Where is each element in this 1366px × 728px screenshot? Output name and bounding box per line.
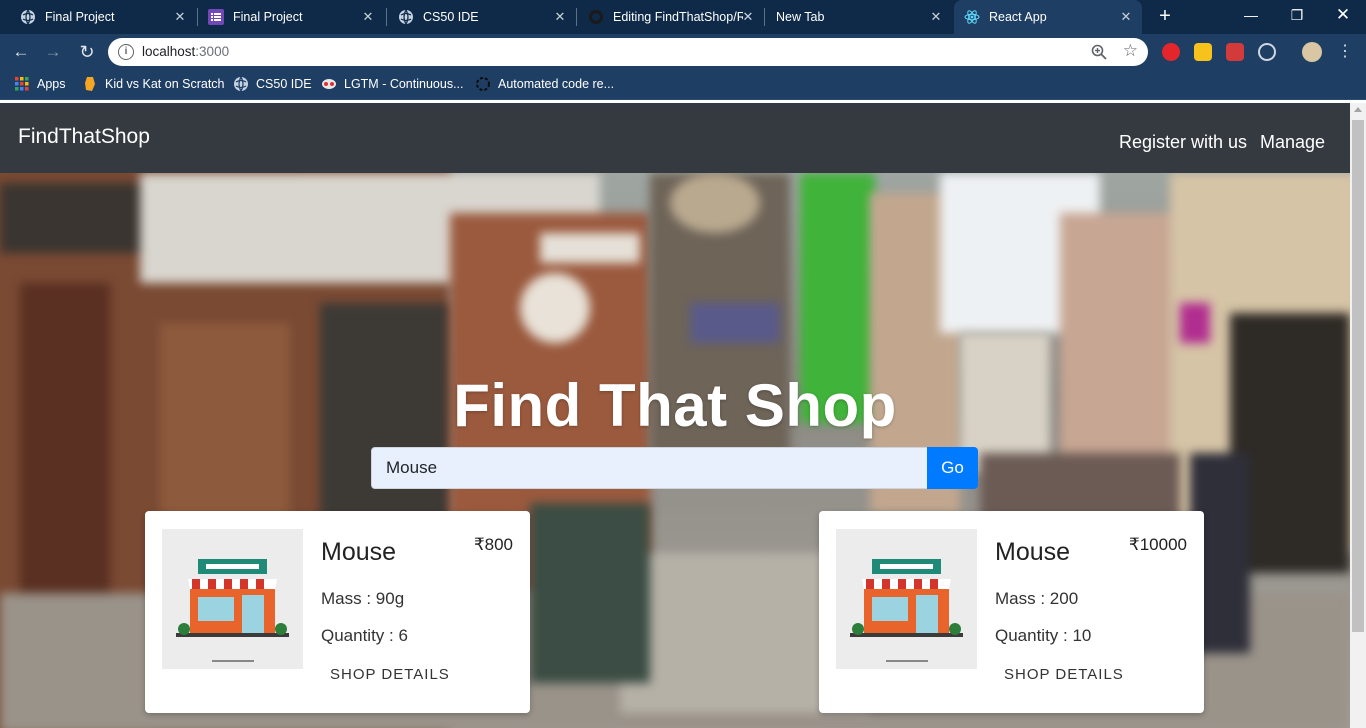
globe-icon bbox=[20, 9, 36, 25]
window-close-icon[interactable]: ✕ bbox=[1320, 0, 1366, 30]
new-tab-button[interactable]: + bbox=[1154, 5, 1176, 27]
result-card: Mouse ₹10000 Mass : 200 Quantity : 10 SH… bbox=[819, 511, 1204, 713]
back-icon[interactable]: ← bbox=[10, 41, 32, 63]
lgtm-icon bbox=[321, 76, 337, 92]
product-mass: Mass : 200 bbox=[995, 589, 1079, 608]
codacy-icon bbox=[475, 76, 491, 92]
store-image bbox=[162, 529, 303, 669]
bookmarks-bar: Apps Kid vs Kat on Scratch CS50 IDE LGTM… bbox=[0, 70, 1366, 100]
tab-title: New Tab bbox=[776, 10, 825, 24]
extension-icon[interactable] bbox=[1258, 43, 1276, 61]
browser-tab[interactable]: Final Project ✕ bbox=[10, 0, 196, 34]
product-mass: Mass : 90g bbox=[321, 589, 405, 608]
forward-icon[interactable]: → bbox=[42, 41, 64, 63]
extension-icon[interactable] bbox=[1226, 43, 1244, 61]
close-icon[interactable]: ✕ bbox=[360, 9, 376, 25]
browser-tab[interactable]: Editing FindThatShop/R ✕ bbox=[578, 0, 764, 34]
bookmark-label: Kid vs Kat on Scratch bbox=[105, 77, 225, 91]
close-icon[interactable]: ✕ bbox=[172, 9, 188, 25]
product-quantity: Quantity : 10 bbox=[995, 626, 1092, 645]
site-brand[interactable]: FindThatShop bbox=[18, 125, 150, 149]
nav-link-manage[interactable]: Manage bbox=[1260, 132, 1325, 153]
product-price: ₹800 bbox=[473, 535, 513, 554]
url-text: localhost:3000 bbox=[142, 44, 230, 59]
store-image bbox=[836, 529, 977, 669]
bookmark-label: CS50 IDE bbox=[256, 77, 312, 91]
apps-grid-icon bbox=[14, 76, 30, 92]
scrollbar-thumb[interactable] bbox=[1352, 120, 1364, 632]
result-card: Mouse ₹800 Mass : 90g Quantity : 6 SHOP … bbox=[145, 511, 530, 713]
nav-link-register[interactable]: Register with us bbox=[1119, 132, 1247, 153]
bookmark-label: LGTM - Continuous... bbox=[344, 77, 464, 91]
product-quantity: Quantity : 6 bbox=[321, 626, 408, 645]
product-name: Mouse bbox=[995, 538, 1071, 566]
product-price: ₹10000 bbox=[1128, 535, 1187, 554]
tab-title: Final Project bbox=[233, 10, 303, 24]
avatar[interactable] bbox=[1302, 42, 1322, 62]
page-scrollbar[interactable] bbox=[1350, 103, 1366, 728]
reload-icon[interactable]: ↻ bbox=[76, 41, 98, 63]
search-input[interactable] bbox=[371, 447, 928, 489]
bookmark-item[interactable]: Automated code re... bbox=[475, 76, 614, 92]
browser-tab[interactable]: CS50 IDE ✕ bbox=[388, 0, 576, 34]
tab-title: React App bbox=[989, 10, 1047, 24]
address-bar[interactable]: i localhost:3000 ☆ bbox=[108, 38, 1148, 66]
close-icon[interactable]: ✕ bbox=[740, 9, 756, 25]
bookmark-item[interactable]: LGTM - Continuous... bbox=[321, 76, 464, 92]
close-icon[interactable]: ✕ bbox=[1118, 9, 1134, 25]
browser-tab-strip: Final Project ✕ Final Project ✕ CS50 IDE… bbox=[0, 0, 1366, 34]
hero-section: Find That Shop Go Mou bbox=[0, 173, 1350, 728]
site-navbar: FindThatShop Register with us Manage bbox=[0, 103, 1350, 173]
bookmark-label: Apps bbox=[37, 77, 66, 91]
restore-icon[interactable]: ❐ bbox=[1274, 0, 1320, 30]
browser-toolbar: ← → ↻ i localhost:3000 ☆ ⋮ bbox=[0, 34, 1366, 70]
bookmark-star-icon[interactable]: ☆ bbox=[1123, 41, 1138, 61]
tab-title: Editing FindThatShop/R bbox=[613, 10, 743, 24]
extension-icon[interactable] bbox=[1194, 43, 1212, 61]
close-icon[interactable]: ✕ bbox=[928, 9, 944, 25]
shop-details-button[interactable]: SHOP DETAILS bbox=[321, 666, 459, 683]
bookmark-label: Automated code re... bbox=[498, 77, 615, 91]
globe-icon bbox=[233, 76, 249, 92]
bookmark-item[interactable]: Kid vs Kat on Scratch bbox=[82, 76, 225, 92]
scroll-up-icon[interactable] bbox=[1354, 107, 1362, 112]
browser-tab[interactable]: Final Project ✕ bbox=[198, 0, 384, 34]
bookmark-item[interactable]: CS50 IDE bbox=[233, 76, 312, 92]
minimize-icon[interactable]: — bbox=[1228, 0, 1274, 30]
hero-title: Find That Shop bbox=[453, 372, 897, 439]
site-info-icon[interactable]: i bbox=[118, 44, 134, 60]
menu-dots-icon[interactable]: ⋮ bbox=[1334, 41, 1356, 63]
scratch-icon bbox=[82, 76, 98, 92]
shop-details-button[interactable]: SHOP DETAILS bbox=[995, 666, 1133, 683]
browser-tab[interactable]: New Tab ✕ bbox=[766, 0, 952, 34]
list-icon bbox=[208, 9, 224, 25]
tab-title: Final Project bbox=[45, 10, 115, 24]
close-icon[interactable]: ✕ bbox=[552, 9, 568, 25]
globe-icon bbox=[398, 9, 414, 25]
bookmark-item[interactable]: Apps bbox=[14, 76, 66, 92]
browser-tab-active[interactable]: React App ✕ bbox=[954, 0, 1142, 34]
product-name: Mouse bbox=[321, 538, 397, 566]
react-icon bbox=[964, 9, 980, 25]
zoom-icon[interactable] bbox=[1090, 43, 1108, 61]
page-viewport: FindThatShop Register with us Manage Fin… bbox=[0, 103, 1350, 728]
go-button[interactable]: Go bbox=[927, 447, 978, 489]
extension-icon[interactable] bbox=[1162, 43, 1180, 61]
tab-title: CS50 IDE bbox=[423, 10, 479, 24]
github-icon bbox=[588, 9, 604, 25]
